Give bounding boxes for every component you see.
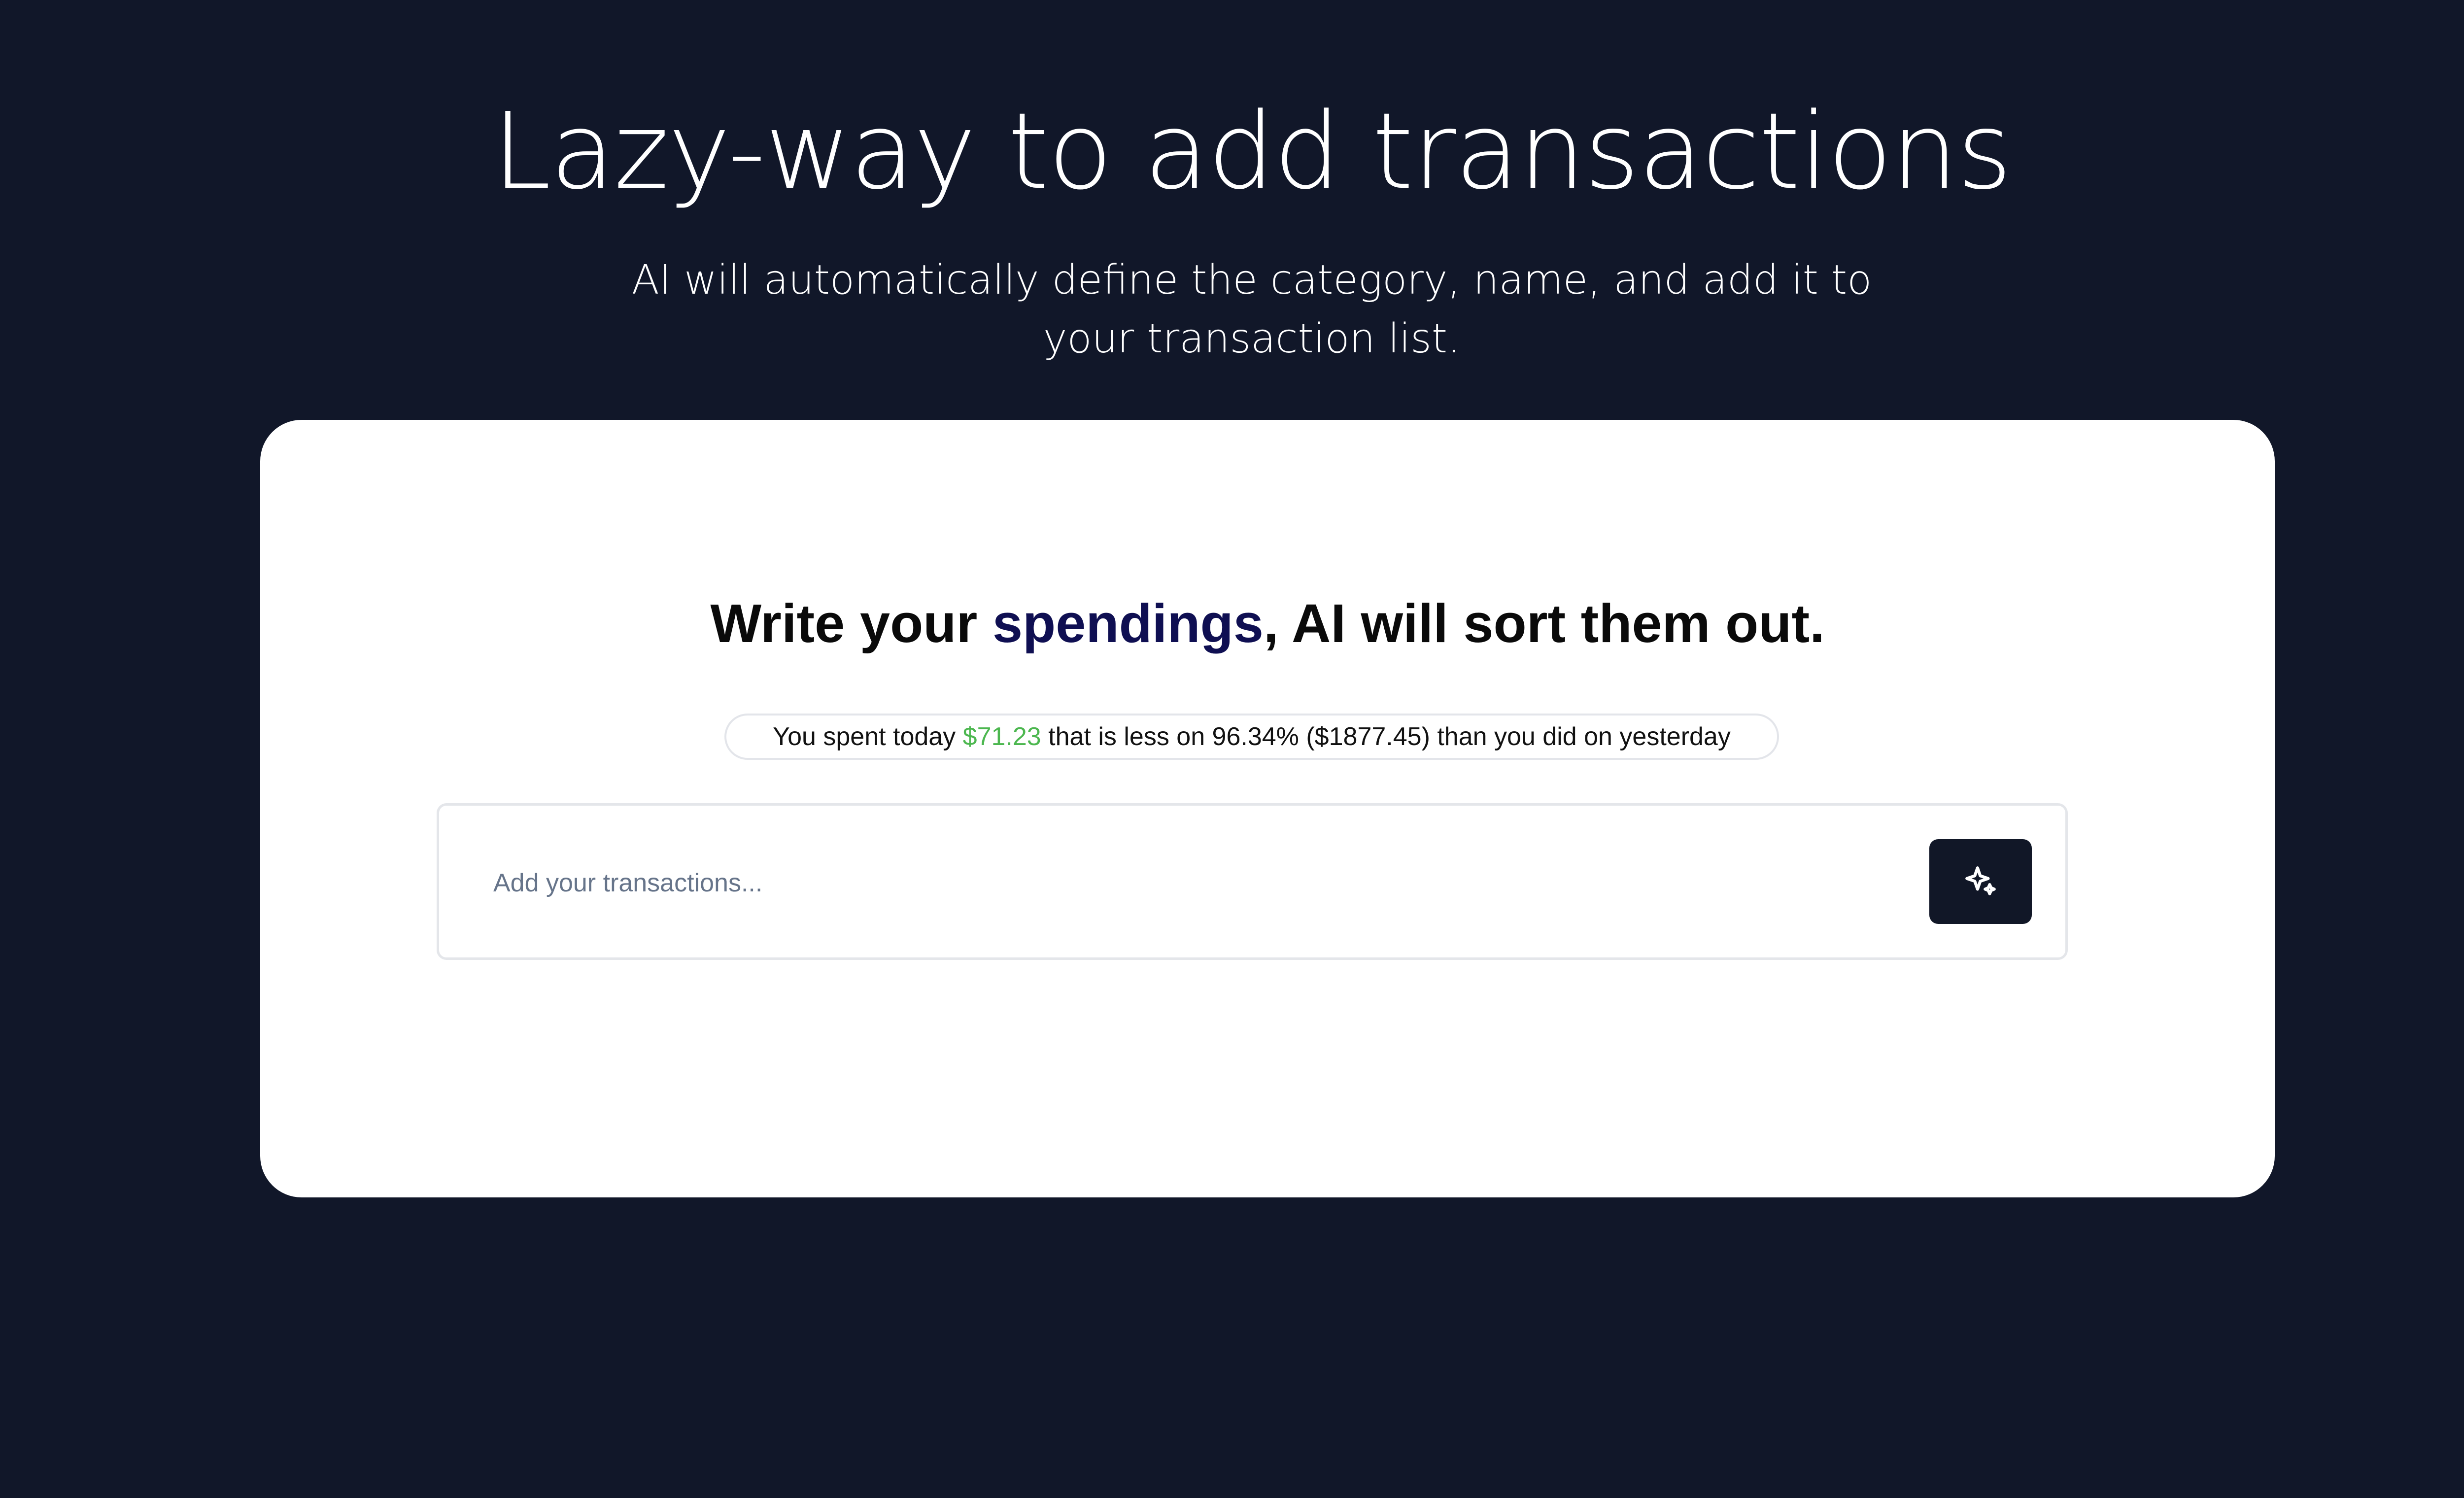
spending-stats-badge: You spent today $71.23 that is less on 9… [724,714,1779,760]
card-heading: Write your spendings, AI will sort them … [260,592,2275,655]
transaction-card: Write your spendings, AI will sort them … [260,420,2275,1197]
card-heading-prefix: Write your [710,593,992,654]
stats-prefix: You spent today [773,722,963,751]
card-heading-accent: spendings [992,593,1264,654]
stats-suffix: that is less on 96.34% ($1877.45) than y… [1041,722,1731,751]
ai-submit-button[interactable] [1929,839,2032,924]
stats-amount: $71.23 [962,722,1041,751]
transactions-input[interactable] [493,851,1873,915]
transaction-input-box [437,803,2068,960]
page-title: Lazy-way to add transactions [492,90,2012,213]
page-subtitle: AI will automatically define the categor… [631,257,1872,362]
card-heading-suffix: , AI will sort them out. [1263,593,1825,654]
sparkles-icon [1962,863,1999,900]
page: Lazy-way to add transactions AI will aut… [0,0,2464,1498]
